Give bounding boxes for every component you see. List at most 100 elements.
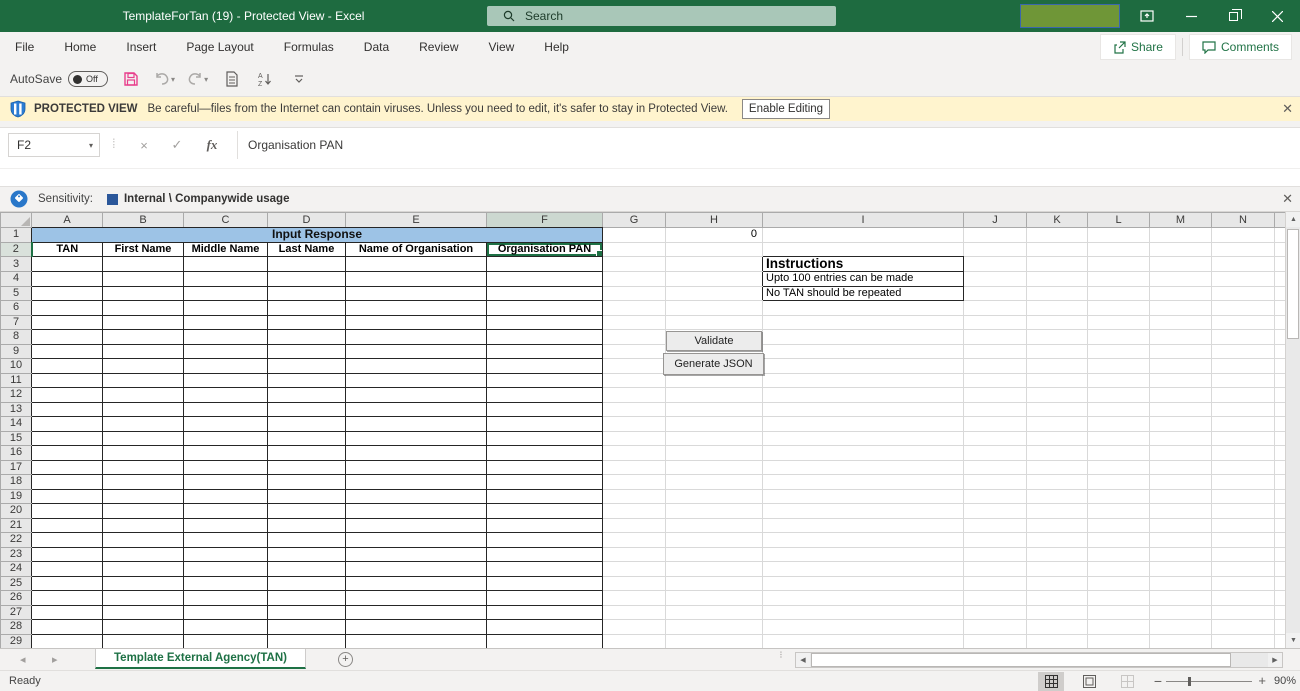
cell[interactable]	[1088, 315, 1150, 330]
tabbar-splitter[interactable]: ⁝	[776, 651, 786, 660]
row-header-17[interactable]: 17	[1, 460, 32, 475]
cell[interactable]	[964, 533, 1027, 548]
row-header-25[interactable]: 25	[1, 576, 32, 591]
cell[interactable]	[964, 330, 1027, 345]
cell[interactable]	[1088, 547, 1150, 562]
cell[interactable]	[666, 489, 763, 504]
cell[interactable]	[964, 576, 1027, 591]
cell[interactable]	[487, 417, 603, 432]
cell[interactable]	[964, 373, 1027, 388]
cell[interactable]	[103, 344, 184, 359]
cell[interactable]	[763, 242, 964, 257]
cell[interactable]	[103, 431, 184, 446]
cell[interactable]	[763, 417, 964, 432]
cell[interactable]	[964, 417, 1027, 432]
row-header-4[interactable]: 4	[1, 272, 32, 287]
cell[interactable]	[666, 605, 763, 620]
cell[interactable]	[32, 504, 103, 519]
cell[interactable]	[603, 562, 666, 577]
cell[interactable]	[666, 272, 763, 287]
cell[interactable]	[1088, 518, 1150, 533]
minimize-button[interactable]	[1169, 0, 1214, 32]
cell[interactable]	[1088, 301, 1150, 316]
cell[interactable]	[603, 605, 666, 620]
instructions-title-cell[interactable]: Instructions	[763, 257, 964, 272]
cell[interactable]	[487, 504, 603, 519]
cell[interactable]	[184, 634, 268, 648]
cell[interactable]	[487, 286, 603, 301]
autosave-toggle[interactable]: Off	[68, 71, 108, 87]
account-badge[interactable]	[1020, 4, 1120, 28]
cell[interactable]	[1150, 330, 1212, 345]
cell[interactable]	[268, 257, 346, 272]
cell[interactable]	[184, 446, 268, 461]
cell[interactable]	[964, 402, 1027, 417]
cell[interactable]	[346, 359, 487, 374]
cell[interactable]	[666, 286, 763, 301]
cell[interactable]	[964, 620, 1027, 635]
cell[interactable]	[763, 446, 964, 461]
cell[interactable]	[666, 562, 763, 577]
cell[interactable]	[763, 301, 964, 316]
ribbon-tab-formulas[interactable]: Formulas	[269, 32, 349, 62]
cell[interactable]	[32, 301, 103, 316]
ribbon-tab-insert[interactable]: Insert	[111, 32, 171, 62]
cell[interactable]	[1027, 518, 1088, 533]
cell[interactable]	[1150, 634, 1212, 648]
cell[interactable]	[666, 315, 763, 330]
cell[interactable]	[346, 634, 487, 648]
cell[interactable]	[603, 460, 666, 475]
cell[interactable]	[1027, 301, 1088, 316]
cell[interactable]	[103, 475, 184, 490]
cell[interactable]	[268, 301, 346, 316]
cell[interactable]	[1275, 402, 1286, 417]
cell[interactable]	[1027, 489, 1088, 504]
cell[interactable]	[346, 475, 487, 490]
cell[interactable]	[487, 315, 603, 330]
cell[interactable]	[666, 591, 763, 606]
cell[interactable]	[32, 257, 103, 272]
cell[interactable]	[1212, 272, 1275, 287]
cell[interactable]	[1275, 562, 1286, 577]
cell[interactable]	[103, 373, 184, 388]
ribbon-tab-data[interactable]: Data	[349, 32, 404, 62]
cell[interactable]	[763, 576, 964, 591]
cell[interactable]	[964, 547, 1027, 562]
cell[interactable]	[603, 489, 666, 504]
cell[interactable]	[1275, 591, 1286, 606]
cell[interactable]	[1275, 388, 1286, 403]
vertical-scrollbar[interactable]: ▲ ▼	[1285, 212, 1300, 648]
cell[interactable]	[1150, 533, 1212, 548]
cell[interactable]	[1088, 634, 1150, 648]
ribbon-tab-view[interactable]: View	[474, 32, 530, 62]
cell[interactable]	[1088, 533, 1150, 548]
cell[interactable]	[268, 344, 346, 359]
cell[interactable]	[964, 228, 1027, 243]
cell[interactable]	[1212, 634, 1275, 648]
cell[interactable]	[1212, 417, 1275, 432]
autosave-control[interactable]: AutoSave Off	[10, 71, 108, 87]
cell[interactable]	[268, 446, 346, 461]
cell[interactable]	[103, 518, 184, 533]
ribbon-tab-help[interactable]: Help	[529, 32, 584, 62]
cell[interactable]	[346, 605, 487, 620]
cell[interactable]	[1275, 446, 1286, 461]
cell[interactable]	[103, 605, 184, 620]
cell[interactable]	[487, 359, 603, 374]
cell[interactable]	[346, 388, 487, 403]
cell[interactable]	[1275, 518, 1286, 533]
cell[interactable]	[964, 286, 1027, 301]
cell[interactable]	[1212, 533, 1275, 548]
column-header-C[interactable]: C	[184, 213, 268, 228]
cell[interactable]	[184, 460, 268, 475]
name-box-dropdown-icon[interactable]: ▾	[89, 141, 93, 150]
cell[interactable]	[603, 257, 666, 272]
cell[interactable]	[1088, 228, 1150, 243]
cell[interactable]	[184, 475, 268, 490]
cell[interactable]	[184, 431, 268, 446]
cell[interactable]	[103, 620, 184, 635]
ribbon-tab-page-layout[interactable]: Page Layout	[171, 32, 268, 62]
cell[interactable]	[1212, 605, 1275, 620]
cell[interactable]	[1088, 576, 1150, 591]
row-header-27[interactable]: 27	[1, 605, 32, 620]
